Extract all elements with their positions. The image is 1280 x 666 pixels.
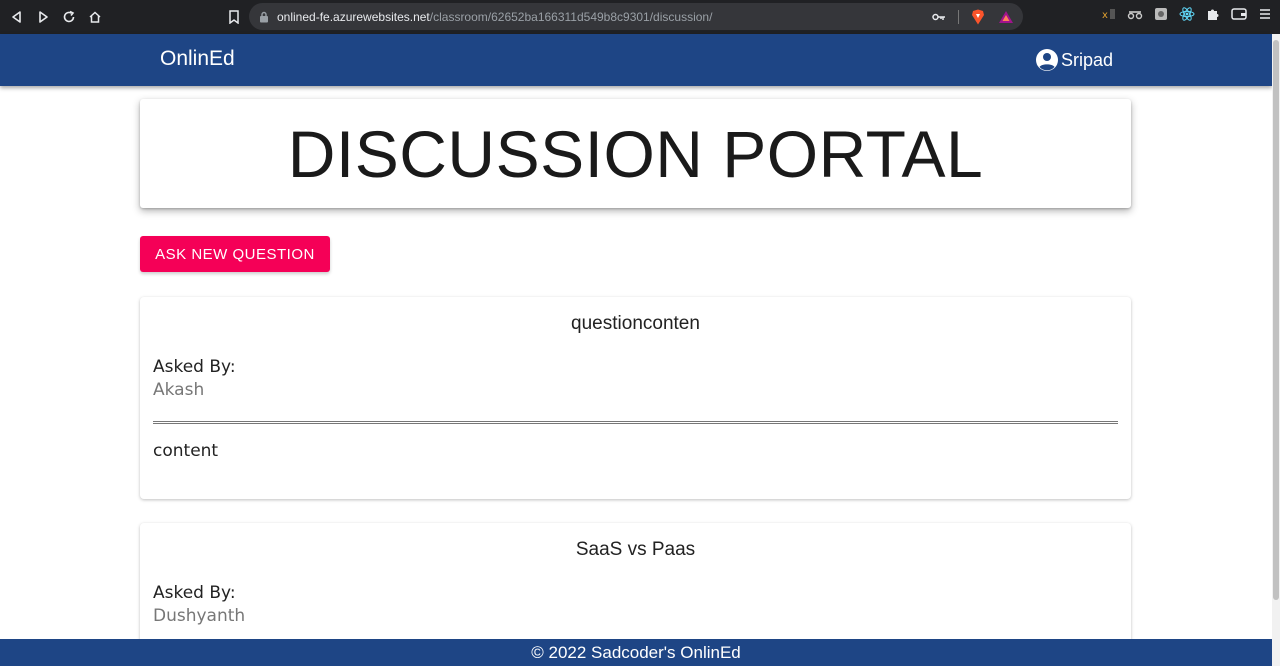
title-card: DISCUSSION PORTAL [140, 99, 1131, 208]
incognito-icon[interactable] [1126, 5, 1144, 23]
back-icon[interactable] [4, 4, 30, 30]
address-bar[interactable]: onlined-fe.azurewebsites.net/classroom/6… [249, 3, 1023, 30]
scrollbar-thumb[interactable] [1273, 40, 1279, 600]
browser-toolbar: onlined-fe.azurewebsites.net/classroom/6… [0, 0, 1280, 34]
menu-icon[interactable] [1256, 5, 1274, 23]
url-path: /classroom/62652ba166311d549b8c9301/disc… [429, 9, 713, 24]
page-title: DISCUSSION PORTAL [287, 116, 984, 191]
ask-new-question-button[interactable]: ASK NEW QUESTION [140, 236, 330, 272]
separator [958, 10, 959, 24]
reload-icon[interactable] [56, 4, 82, 30]
svg-text:x: x [1102, 10, 1108, 21]
question-title: SaaS vs Paas [575, 539, 696, 560]
divider [153, 421, 1118, 424]
question-title: questionconten [571, 313, 700, 334]
extensions-puzzle-icon[interactable] [1204, 5, 1222, 23]
asker-name: Dushyanth [153, 606, 246, 626]
brave-shield-icon[interactable] [969, 8, 987, 26]
home-icon[interactable] [82, 4, 108, 30]
asked-by-label: Asked By: [153, 357, 236, 377]
wallet-icon[interactable] [1230, 5, 1248, 23]
user-menu[interactable]: Sripad [1035, 48, 1113, 72]
react-devtools-icon[interactable] [1178, 5, 1196, 23]
account-circle-icon [1036, 49, 1058, 71]
question-card[interactable]: SaaS vs Paas Asked By: Dushyanth [140, 523, 1131, 653]
footer: © 2022 Sadcoder's OnlinEd [0, 639, 1272, 666]
lock-icon [260, 11, 268, 22]
question-card[interactable]: questionconten Asked By: Akash content [140, 297, 1131, 499]
user-name: Sripad [1061, 49, 1114, 70]
asked-by-label: Asked By: [153, 583, 236, 603]
url-host: onlined-fe.azurewebsites.net [277, 9, 430, 24]
app-bar: OnlinEd Sripad [0, 34, 1272, 86]
forward-icon[interactable] [30, 4, 56, 30]
translate-extension-icon[interactable]: x [1100, 5, 1118, 23]
page-scrollbar[interactable] [1272, 34, 1280, 666]
question-content: content [153, 441, 219, 461]
bookmark-icon[interactable] [222, 5, 246, 29]
asker-name: Akash [153, 380, 205, 400]
brand-logo[interactable]: OnlinEd [160, 47, 235, 71]
brave-rewards-icon[interactable] [997, 8, 1015, 26]
key-icon[interactable] [930, 8, 948, 26]
footer-copyright: © 2022 Sadcoder's OnlinEd [531, 642, 741, 662]
screenshot-extension-icon[interactable] [1152, 5, 1170, 23]
